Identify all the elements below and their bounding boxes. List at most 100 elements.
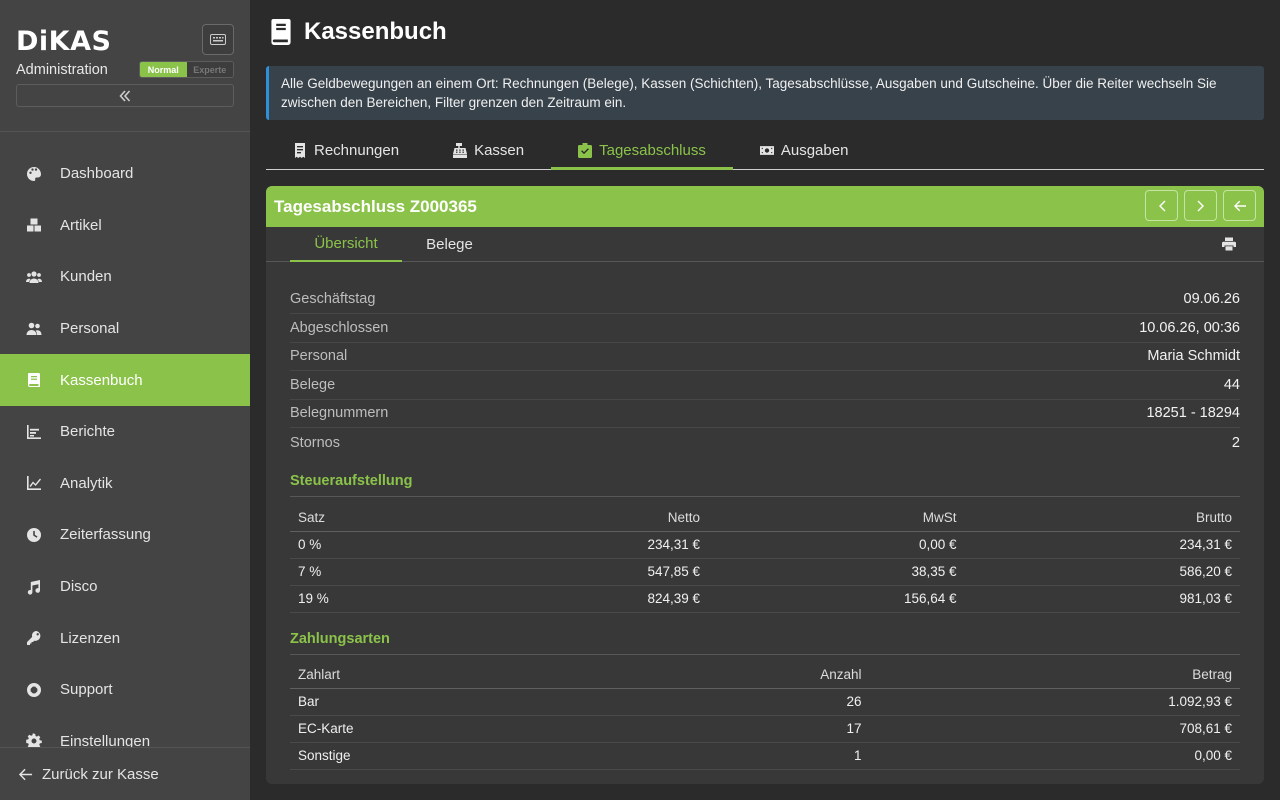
column-header: Zahlart <box>290 661 575 689</box>
detail-row: Personal Maria Schmidt <box>290 342 1240 371</box>
detail-key: Personal <box>290 348 348 364</box>
back-to-register-link[interactable]: Zurück zur Kasse <box>0 747 250 800</box>
detail-value: 2 <box>1231 434 1240 451</box>
tab-tagesabschluss[interactable]: Tagesabschluss <box>551 132 733 170</box>
sidebar-item-analytik[interactable]: Analytik <box>0 458 250 510</box>
table-row: 7 % 547,85 € 38,35 € 586,20 € <box>290 558 1240 586</box>
sidebar-item-personal[interactable]: Personal <box>0 303 250 355</box>
table-cell: 0 % <box>290 531 499 559</box>
line-chart-icon <box>26 475 60 491</box>
mode-expert-option[interactable]: Experte <box>186 62 233 77</box>
subtab-belege[interactable]: Belege <box>402 227 497 262</box>
sidebar-item-support[interactable]: Support <box>0 664 250 716</box>
sidebar-item-berichte[interactable]: Berichte <box>0 406 250 458</box>
table-cell: 824,39 € <box>499 585 708 613</box>
section-tabs: Rechnungen Kassen Tagesabschluss Ausgabe… <box>266 132 1264 170</box>
chevron-left-icon <box>1158 200 1165 211</box>
tab-ausgaben[interactable]: Ausgaben <box>733 132 876 169</box>
table-cell: 234,31 € <box>964 531 1240 559</box>
tab-rechnungen[interactable]: Rechnungen <box>266 132 426 169</box>
sidebar-item-disco[interactable]: Disco <box>0 561 250 613</box>
table-cell: EC-Karte <box>290 715 575 743</box>
users-icon <box>26 269 60 285</box>
table-cell: 1 <box>575 742 870 770</box>
sidebar-item-lizenzen[interactable]: Lizenzen <box>0 612 250 664</box>
receipt-icon <box>295 143 305 158</box>
table-header-row: Zahlart Anzahl Betrag <box>290 661 1240 689</box>
info-banner: Alle Geldbewegungen an einem Ort: Rechnu… <box>266 66 1264 120</box>
subtab-uebersicht[interactable]: Übersicht <box>290 227 402 262</box>
detail-row: Belegnummern 18251 - 18294 <box>290 399 1240 428</box>
page-title: Kassenbuch <box>270 18 447 46</box>
sidebar-nav: Dashboard Artikel Kunden Personal Kassen… <box>0 148 250 748</box>
money-bill-icon <box>759 146 774 155</box>
sidebar-item-label: Dashboard <box>60 165 134 183</box>
bar-chart-icon <box>26 424 60 440</box>
detail-key: Stornos <box>290 434 340 451</box>
table-cell: 156,64 € <box>708 585 965 613</box>
tax-table: Satz Netto MwSt Brutto 0 % 234,31 € 0,00… <box>290 504 1240 613</box>
tax-section-title: Steueraufstellung <box>290 473 1240 497</box>
detail-key: Abgeschlossen <box>290 320 389 336</box>
detail-value: Maria Schmidt <box>1147 348 1240 364</box>
table-cell: 981,03 € <box>964 585 1240 613</box>
main-content: Kassenbuch Alle Geldbewegungen an einem … <box>250 0 1280 800</box>
table-row: EC-Karte 17 708,61 € <box>290 715 1240 743</box>
table-cell: 234,31 € <box>499 531 708 559</box>
chevron-right-icon <box>1197 200 1204 211</box>
mode-normal-option[interactable]: Normal <box>140 62 187 77</box>
tab-label: Ausgaben <box>780 142 849 159</box>
column-header: Netto <box>499 504 708 532</box>
table-cell: 708,61 € <box>869 715 1240 743</box>
column-header: MwSt <box>708 504 965 532</box>
column-header: Anzahl <box>575 661 870 689</box>
print-icon[interactable] <box>1222 237 1236 251</box>
table-cell: 0,00 € <box>708 531 965 559</box>
next-button[interactable] <box>1184 190 1217 221</box>
sidebar-item-kassenbuch[interactable]: Kassenbuch <box>0 354 250 406</box>
table-cell: 7 % <box>290 558 499 586</box>
sidebar-item-label: Support <box>60 681 113 699</box>
column-header: Satz <box>290 504 499 532</box>
previous-button[interactable] <box>1145 190 1178 221</box>
sidebar-item-kunden[interactable]: Kunden <box>0 251 250 303</box>
sidebar-item-label: Zeiterfassung <box>60 526 151 544</box>
tab-label: Tagesabschluss <box>599 142 706 159</box>
detail-value: 10.06.26, 00:36 <box>1139 320 1240 336</box>
table-cell: Sonstige <box>290 742 575 770</box>
keyboard-button[interactable] <box>202 24 234 55</box>
page-title-text: Kassenbuch <box>304 18 447 45</box>
lifebuoy-icon <box>26 682 60 698</box>
detail-row: Geschäftstag 09.06.26 <box>290 285 1240 314</box>
sidebar-item-label: Analytik <box>60 474 113 492</box>
card-header: Tagesabschluss Z000365 <box>266 186 1264 227</box>
back-button[interactable] <box>1223 190 1256 221</box>
detail-row: Abgeschlossen 10.06.26, 00:36 <box>290 314 1240 343</box>
table-cell: 1.092,93 € <box>869 688 1240 716</box>
sidebar-item-zeiterfassung[interactable]: Zeiterfassung <box>0 509 250 561</box>
sidebar-item-dashboard[interactable]: Dashboard <box>0 148 250 200</box>
double-chevron-left-icon <box>119 89 131 102</box>
column-header: Brutto <box>964 504 1240 532</box>
mode-toggle[interactable]: Normal Experte <box>139 61 234 78</box>
brand-subtitle: Administration <box>16 62 108 78</box>
table-cell: 586,20 € <box>964 558 1240 586</box>
sidebar-item-einstellungen[interactable]: Einstellungen <box>0 716 250 748</box>
tab-kassen[interactable]: Kassen <box>426 132 551 169</box>
back-label: Zurück zur Kasse <box>42 765 159 783</box>
sidebar: DiKAS Administration Normal Experte Dash… <box>0 0 250 800</box>
palette-icon <box>26 166 60 182</box>
payments-section-title: Zahlungsarten <box>290 631 1240 655</box>
collapse-sidebar-button[interactable] <box>16 84 234 107</box>
detail-value: 18251 - 18294 <box>1146 405 1240 421</box>
table-row: Bar 26 1.092,93 € <box>290 688 1240 716</box>
table-cell: 38,35 € <box>708 558 965 586</box>
detail-value: 09.06.26 <box>1183 291 1240 307</box>
sidebar-item-artikel[interactable]: Artikel <box>0 200 250 252</box>
brand-logo: DiKAS <box>16 26 112 57</box>
sidebar-item-label: Disco <box>60 578 98 596</box>
cash-register-icon <box>453 143 468 158</box>
sidebar-item-label: Lizenzen <box>60 629 121 647</box>
tab-label: Rechnungen <box>314 142 400 159</box>
day-closing-card: Tagesabschluss Z000365 Übersicht Belege … <box>266 186 1264 784</box>
